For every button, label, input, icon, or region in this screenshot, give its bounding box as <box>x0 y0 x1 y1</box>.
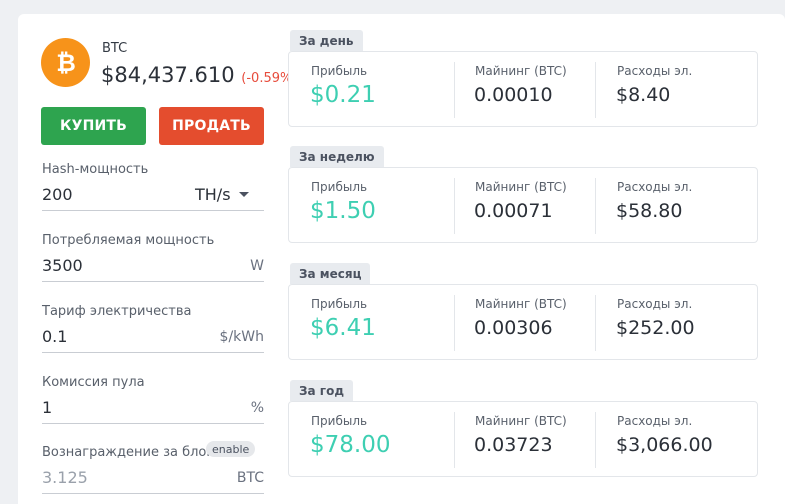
cost-label: Расходы эл. <box>617 414 693 428</box>
block-reward-unit: BTC <box>236 470 264 486</box>
profit-label: Прибыль <box>311 297 368 311</box>
coin-price: $84,437.610 (-0.59%) <box>101 63 297 87</box>
period-title-year: За год <box>290 380 354 401</box>
profit-label: Прибыль <box>311 64 368 78</box>
profit-label: Прибыль <box>311 180 368 194</box>
block-reward-underline <box>42 493 264 494</box>
block-reward-label: Вознаграждение за блок <box>42 445 215 460</box>
chevron-down-icon <box>238 192 249 197</box>
mining-label: Майнинг (BTC) <box>475 297 567 311</box>
cost-value: $58.80 <box>616 200 683 222</box>
pool-fee-input[interactable]: 1 <box>42 398 52 417</box>
tariff-input[interactable]: 0.1 <box>42 327 67 346</box>
bitcoin-icon: ₿ <box>41 38 90 87</box>
enable-toggle[interactable]: enable <box>206 441 256 457</box>
period-box-day: Прибыль $0.21 Майнинг (BTC) 0.00010 Расх… <box>288 51 758 127</box>
pool-fee-underline <box>42 423 264 424</box>
cost-label: Расходы эл. <box>617 64 693 78</box>
cost-value: $3,066.00 <box>616 434 713 456</box>
profit-value: $78.00 <box>310 432 391 458</box>
price-value: $84,437.610 <box>101 63 235 87</box>
column-divider <box>454 295 455 351</box>
mining-value: 0.00010 <box>474 84 553 106</box>
coin-symbol: BTC <box>102 41 128 56</box>
period-box-week: Прибыль $1.50 Майнинг (BTC) 0.00071 Расх… <box>288 167 758 243</box>
period-box-year: Прибыль $78.00 Майнинг (BTC) 0.03723 Рас… <box>288 401 758 477</box>
power-unit: W <box>250 258 264 274</box>
period-box-month: Прибыль $6.41 Майнинг (BTC) 0.00306 Расх… <box>288 284 758 360</box>
power-label: Потребляемая мощность <box>42 233 215 248</box>
cost-label: Расходы эл. <box>617 297 693 311</box>
mining-label: Майнинг (BTC) <box>475 64 567 78</box>
power-input[interactable]: 3500 <box>42 256 83 275</box>
mining-value: 0.00071 <box>474 200 553 222</box>
hashrate-unit: TH/s <box>195 185 231 204</box>
profit-value: $1.50 <box>310 198 376 224</box>
cost-value: $8.40 <box>616 84 671 106</box>
mining-value: 0.03723 <box>474 434 553 456</box>
hashrate-unit-select[interactable]: TH/s <box>195 185 249 204</box>
profit-label: Прибыль <box>311 414 368 428</box>
mining-label: Майнинг (BTC) <box>475 414 567 428</box>
column-divider <box>595 178 596 234</box>
column-divider <box>595 62 596 118</box>
sell-button[interactable]: ПРОДАТЬ <box>159 107 264 145</box>
buy-button[interactable]: КУПИТЬ <box>41 107 146 145</box>
mining-value: 0.00306 <box>474 317 553 339</box>
power-underline <box>42 281 264 282</box>
period-title-day: За день <box>290 30 363 51</box>
period-title-week: За неделю <box>290 146 384 167</box>
svg-text:₿: ₿ <box>56 49 76 77</box>
column-divider <box>454 412 455 468</box>
column-divider <box>595 295 596 351</box>
tariff-unit: $/kWh <box>219 329 264 345</box>
tariff-underline <box>42 352 264 353</box>
column-divider <box>454 62 455 118</box>
cost-value: $252.00 <box>616 317 695 339</box>
profit-value: $6.41 <box>310 315 376 341</box>
mining-label: Майнинг (BTC) <box>475 180 567 194</box>
pool-fee-label: Комиссия пула <box>42 375 145 390</box>
cost-label: Расходы эл. <box>617 180 693 194</box>
period-title-month: За месяц <box>290 263 371 284</box>
column-divider <box>454 178 455 234</box>
block-reward-input[interactable]: 3.125 <box>42 468 88 487</box>
bitcoin-glyph: ₿ <box>56 49 76 77</box>
profit-value: $0.21 <box>310 82 376 108</box>
hashrate-input[interactable]: 200 <box>42 185 73 204</box>
hashrate-underline <box>42 210 264 211</box>
tariff-label: Тариф электричества <box>42 304 192 319</box>
pool-fee-unit: % <box>250 400 264 416</box>
column-divider <box>595 412 596 468</box>
hashrate-label: Hash-мощность <box>42 162 149 177</box>
